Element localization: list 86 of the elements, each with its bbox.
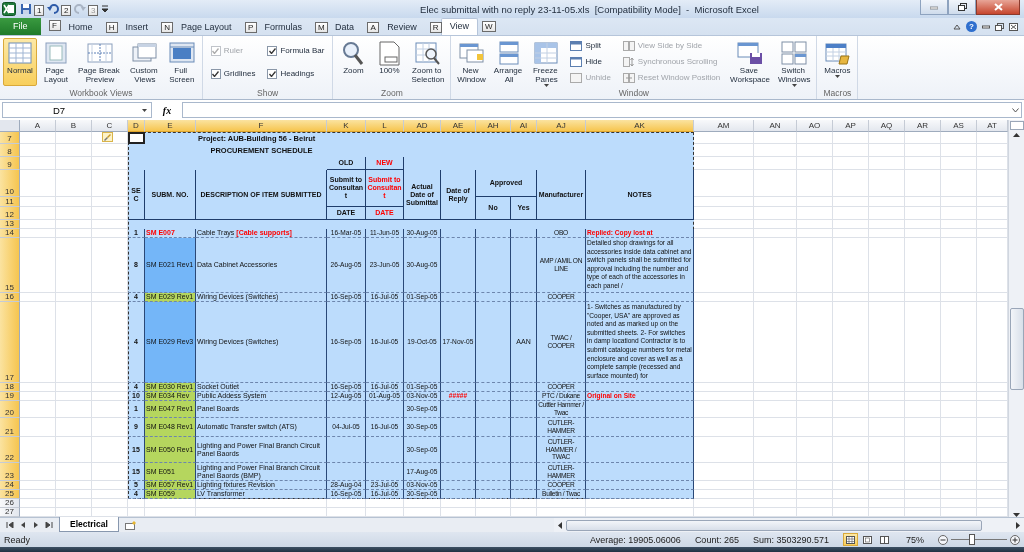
row-header[interactable]: 7 <box>0 132 20 144</box>
group-label: Zoom <box>380 88 404 99</box>
column-header[interactable]: AN <box>754 120 797 132</box>
group-label: Macros <box>822 88 853 99</box>
ribbon-tab[interactable]: Insert <box>116 19 158 35</box>
ribbon-tab[interactable]: Review <box>378 19 426 35</box>
group-label: Show <box>256 88 280 99</box>
column-header[interactable]: AS <box>941 120 977 132</box>
row-header[interactable]: 23 <box>0 463 20 481</box>
checkbox[interactable]: Gridlines <box>208 67 258 80</box>
row-header[interactable]: 22 <box>0 437 20 463</box>
keytip-badge: 1 <box>34 5 45 16</box>
status-text: Ready <box>4 534 30 545</box>
column-header[interactable]: B <box>56 120 92 132</box>
row-header[interactable]: 9 <box>0 157 20 170</box>
insert-function-button[interactable]: fx <box>156 102 178 118</box>
column-header[interactable]: AT <box>977 120 1008 132</box>
ribbon-button[interactable]: Zoom to Selection <box>408 38 448 86</box>
ribbon-button[interactable]: Normal <box>3 38 37 86</box>
ribbon-tab[interactable]: View <box>440 18 478 35</box>
ribbon-button[interactable]: Hide <box>568 55 613 68</box>
ribbon-button[interactable]: Zoom <box>336 38 371 86</box>
keytip-badge: P <box>244 22 257 33</box>
row-header[interactable]: 17 <box>0 302 20 383</box>
column-header[interactable]: AI <box>511 120 537 132</box>
column-header[interactable]: F <box>196 120 327 132</box>
ribbon-button[interactable]: Macros <box>820 38 855 86</box>
row-header[interactable]: 11 <box>0 197 20 207</box>
ribbon-tab[interactable]: Home <box>59 19 102 35</box>
ribbon-button[interactable]: Freeze Panes <box>529 38 564 86</box>
column-header[interactable]: AP <box>833 120 869 132</box>
ribbon-tab[interactable]: Formulas <box>255 19 312 35</box>
ribbon-button[interactable]: Switch Windows <box>775 38 814 86</box>
column-header[interactable]: AR <box>905 120 941 132</box>
checkbox[interactable]: Formula Bar <box>265 44 327 57</box>
checkbox[interactable]: Headings <box>265 67 327 80</box>
keytip-badge: N <box>161 22 174 33</box>
row-header[interactable]: 8 <box>0 144 20 157</box>
keytip-badge: H <box>105 22 118 33</box>
keytip-badge: 2 <box>61 5 72 16</box>
group-label: Window <box>617 88 650 99</box>
window-title: Elec submittal with no reply 23-11-05.xls [Compatibility Mode] - Microsoft Excel <box>419 3 760 15</box>
status-average: Average: 19905.06006 <box>589 534 681 545</box>
row-header[interactable]: 10 <box>0 170 20 197</box>
group-label: Workbook Views <box>68 88 134 99</box>
ribbon-button[interactable]: Save Workspace <box>727 38 773 86</box>
zoom-level[interactable]: 75% <box>906 534 924 545</box>
row-header[interactable]: 20 <box>0 401 20 418</box>
column-header[interactable]: C <box>92 120 128 132</box>
ribbon-button[interactable]: Split <box>568 39 613 52</box>
column-header[interactable]: AE <box>441 120 476 132</box>
keytip-badge: F <box>48 20 61 31</box>
ribbon-tab[interactable]: Page Layout <box>172 19 241 35</box>
column-header[interactable]: A <box>20 120 56 132</box>
ribbon-button[interactable]: Custom Views <box>127 38 163 86</box>
column-header[interactable]: AD <box>404 120 441 132</box>
help-button[interactable]: ? <box>966 21 977 32</box>
ribbon-button[interactable]: Page Layout <box>39 38 73 86</box>
column-header[interactable]: AM <box>694 120 754 132</box>
keytip-badge: R <box>429 22 442 33</box>
column-header[interactable]: AQ <box>869 120 905 132</box>
ribbon-button[interactable]: Arrange All <box>490 38 528 86</box>
column-header[interactable]: AO <box>797 120 833 132</box>
ribbon-button[interactable]: 100% <box>372 38 407 86</box>
ribbon-tab[interactable]: Data <box>326 19 364 35</box>
status-sum: Sum: 3503290.571 <box>752 534 829 545</box>
column-header[interactable]: AH <box>476 120 511 132</box>
ribbon-button[interactable]: Page Break Preview <box>75 38 126 86</box>
ribbon-button[interactable]: New Window <box>454 38 489 86</box>
row-header[interactable]: 21 <box>0 418 20 437</box>
column-header[interactable]: D <box>128 120 145 132</box>
keytip-badge: A <box>367 22 380 33</box>
column-header[interactable]: E <box>145 120 196 132</box>
row-header[interactable]: 15 <box>0 238 20 293</box>
keytip-badge: M <box>315 22 328 33</box>
status-count: Count: 265 <box>694 534 739 545</box>
column-header[interactable]: K <box>327 120 366 132</box>
sheet-tab[interactable]: Electrical <box>59 517 119 532</box>
column-header[interactable]: L <box>366 120 404 132</box>
keytip-badge: W <box>482 21 496 32</box>
column-header[interactable]: AJ <box>537 120 586 132</box>
column-header[interactable]: AK <box>586 120 694 132</box>
name-box[interactable]: D7 <box>2 102 152 118</box>
ribbon-button[interactable]: Full Screen <box>164 38 199 86</box>
keytip-badge: 3 <box>88 5 99 16</box>
row-header[interactable]: 12 <box>0 207 20 220</box>
